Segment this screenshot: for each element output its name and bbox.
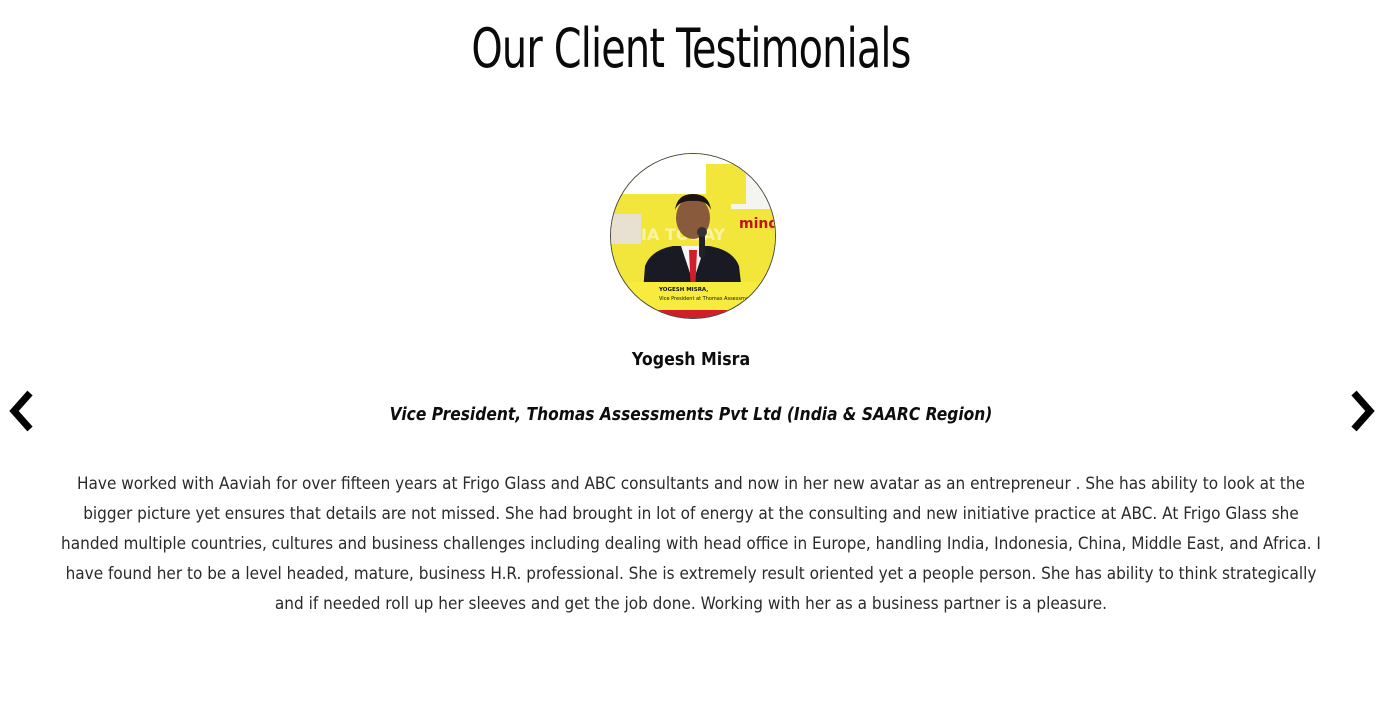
avatar-caption-role: Vice President at Thomas Assessment	[659, 296, 754, 302]
client-photo-icon: mind rocks IA TODAY YOGESH MISRA, Vice P…	[611, 154, 775, 318]
prev-testimonial-button[interactable]	[8, 390, 40, 432]
testimonial-quote: Have worked with Aaviah for over fifteen…	[55, 469, 1327, 619]
next-testimonial-button[interactable]	[1344, 390, 1376, 432]
testimonial-quote-text: Have worked with Aaviah for over fifteen…	[61, 474, 1321, 614]
avatar-logo-text: mind rocks	[739, 216, 775, 232]
avatar-caption-name: YOGESH MISRA,	[658, 287, 708, 293]
client-avatar: mind rocks IA TODAY YOGESH MISRA, Vice P…	[611, 154, 775, 318]
client-name: Yogesh Misra	[631, 349, 751, 370]
client-role: Vice President, Thomas Assessments Pvt L…	[389, 404, 993, 425]
chevron-right-icon	[1351, 390, 1375, 432]
chevron-left-icon	[9, 390, 33, 432]
section-title: Our Client Testimonials	[471, 17, 911, 80]
